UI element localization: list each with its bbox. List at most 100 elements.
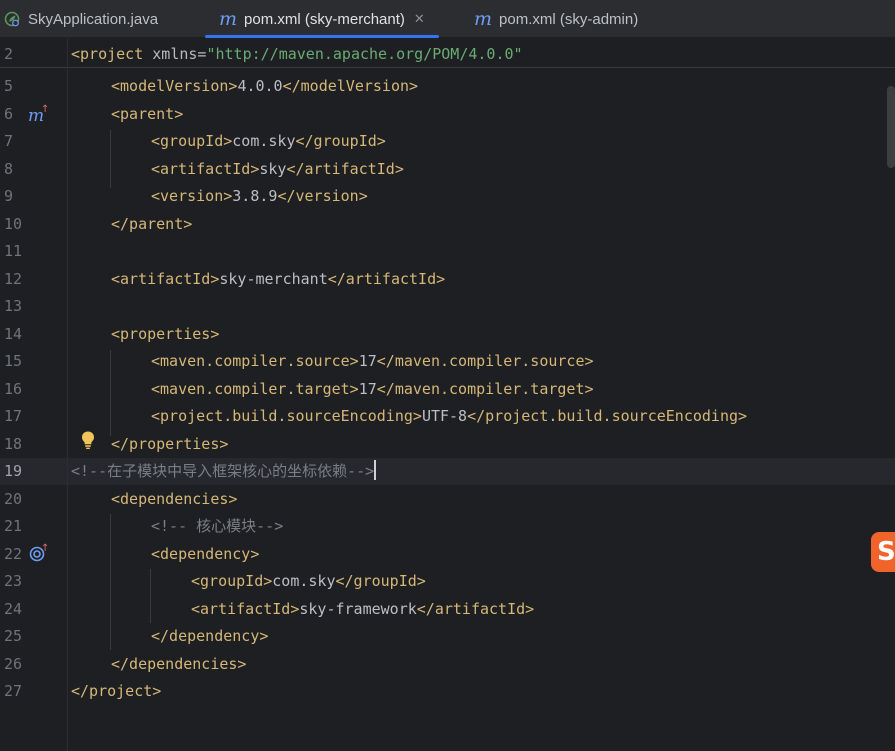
code-text: </dependencies>	[111, 651, 246, 678]
line-number: 5	[4, 77, 14, 95]
line-number: 21	[4, 517, 23, 535]
line-number: 20	[4, 489, 23, 508]
code-line[interactable]: 8 <artifactId>sky</artifactId>	[0, 156, 895, 183]
line-number: 8	[4, 159, 14, 178]
code-line[interactable]: 18 </properties>	[0, 431, 895, 458]
code-line[interactable]: 20 <dependencies>	[0, 486, 895, 513]
code-line[interactable]: 17 <project.build.sourceEncoding>UTF-8</p…	[0, 403, 895, 430]
xml-text: 4.0.0	[237, 77, 283, 95]
code-editor[interactable]: 2 <project xmlns="http://maven.apache.or…	[0, 38, 895, 751]
tab-label: SkyApplication.java	[28, 10, 159, 28]
line-number: 22	[4, 544, 23, 563]
code-text: </dependency>	[151, 623, 268, 650]
xml-tag: <properties>	[111, 324, 220, 343]
line-number: 13	[4, 297, 23, 315]
code-line[interactable]: 10 </parent>	[0, 211, 895, 238]
xml-text: sky-framework	[299, 599, 417, 618]
xml-tag: <parent>	[111, 104, 184, 123]
line-number: 18	[4, 434, 23, 453]
xml-string: "http://maven.apache.org/POM/4.0.0"	[206, 45, 523, 63]
editor-tab-bar: SkyApplication.java m pom.xml (sky-merch…	[0, 0, 895, 38]
code-line[interactable]: 9 <version>3.8.9</version>	[0, 183, 895, 210]
xml-tag: </project>	[71, 682, 162, 700]
code-line[interactable]: 22 <dependency>	[0, 541, 895, 568]
line-number: 17	[4, 407, 23, 425]
code-text: <project.build.sourceEncoding>UTF-8</pro…	[151, 403, 747, 430]
code-line[interactable]: 16 <maven.compiler.target>17</maven.compi…	[0, 376, 895, 403]
xml-tag: <groupId>	[191, 572, 273, 590]
xml-tag: <modelVersion>	[111, 77, 238, 95]
arrow-up-icon: ↑	[41, 543, 50, 554]
line-number: 19	[4, 462, 23, 480]
line-number: 6	[4, 104, 14, 123]
close-icon[interactable]: ✕	[414, 12, 425, 27]
code-text: <dependencies>	[111, 486, 237, 513]
code-line[interactable]: 21 <!-- 核心模块-->	[0, 513, 895, 540]
code-line[interactable]: 27 </project>	[0, 678, 895, 705]
xml-tag: <artifactId>	[111, 269, 220, 288]
code-text: <artifactId>sky</artifactId>	[151, 156, 404, 183]
xml-tag: <groupId>	[151, 132, 233, 150]
xml-tag: </version>	[277, 187, 368, 205]
xml-tag: <project	[71, 45, 144, 63]
code-line[interactable]: 24 <artifactId>sky-framework</artifactId>	[0, 596, 895, 623]
tab-pom-sky-admin[interactable]: m pom.xml (sky-admin)	[474, 0, 638, 38]
xml-tag: </project.build.sourceEncoding>	[467, 407, 748, 425]
code-text: <dependency>	[151, 541, 259, 568]
line-number: 12	[4, 269, 23, 288]
xml-tag: </artifactId>	[327, 269, 446, 288]
line-number: 26	[4, 654, 23, 673]
code-text: <groupId>com.sky</groupId>	[151, 128, 386, 155]
xml-text: 3.8.9	[232, 187, 278, 205]
code-line[interactable]: 13	[0, 293, 895, 320]
code-line[interactable]: 23 <groupId>com.sky</groupId>	[0, 568, 895, 595]
xml-tag: </artifactId>	[286, 159, 404, 178]
line-number: 11	[4, 242, 23, 260]
xml-tag: </dependency>	[151, 627, 269, 645]
xml-tag: </groupId>	[295, 132, 386, 150]
xml-text: UTF-8	[421, 407, 468, 425]
xml-tag: </parent>	[111, 214, 193, 233]
code-text: <!-- 核心模块-->	[151, 513, 283, 540]
maven-icon: m	[219, 7, 238, 30]
code-line[interactable]: 6 <parent>	[0, 101, 895, 128]
xml-tag: </maven.compiler.target>	[376, 379, 594, 398]
code-text: </properties>	[111, 431, 228, 458]
tab-label: pom.xml (sky-admin)	[499, 10, 639, 28]
code-line[interactable]: 19 <!--在子模块中导入框架核心的坐标依赖-->	[0, 458, 895, 485]
code-line[interactable]: 26 </dependencies>	[0, 651, 895, 678]
code-text: <maven.compiler.source>17</maven.compile…	[151, 348, 594, 375]
tab-pom-sky-merchant[interactable]: m pom.xml (sky-merchant) ✕	[205, 0, 439, 38]
vertical-scrollbar[interactable]	[887, 86, 895, 168]
xml-text: sky-merchant	[219, 269, 328, 288]
xml-tag: <artifactId>	[191, 599, 300, 618]
tab-sky-application-java[interactable]: SkyApplication.java	[4, 0, 158, 38]
line-number: 15	[4, 352, 23, 370]
line-number: 25	[4, 627, 23, 645]
code-line[interactable]: 5 <modelVersion>4.0.0</modelVersion>	[0, 73, 895, 100]
code-line[interactable]: 12 <artifactId>sky-merchant</artifactId>	[0, 266, 895, 293]
code-line[interactable]: 14 <properties>	[0, 321, 895, 348]
code-text: <artifactId>sky-framework</artifactId>	[191, 596, 534, 623]
lightbulb-icon[interactable]	[80, 430, 96, 450]
line-number: 24	[4, 599, 23, 618]
code-text: <groupId>com.sky</groupId>	[191, 568, 426, 595]
xml-comment: <!-- 核心模块-->	[151, 517, 284, 535]
code-text: <version>3.8.9</version>	[151, 183, 368, 210]
spring-boot-java-icon	[4, 11, 20, 27]
code-line[interactable]: 25 </dependency>	[0, 623, 895, 650]
gutter-separator	[67, 38, 68, 751]
code-line[interactable]: 11	[0, 238, 895, 265]
indent-guide	[110, 514, 111, 650]
code-text: <modelVersion>4.0.0</modelVersion>	[111, 73, 418, 100]
xml-attribute: xmlns=	[143, 45, 207, 63]
xml-text: com.sky	[232, 132, 296, 150]
xml-tag: </groupId>	[335, 572, 426, 590]
code-line[interactable]: 7 <groupId>com.sky</groupId>	[0, 128, 895, 155]
sticky-scroll-line[interactable]: 2 <project xmlns="http://maven.apache.or…	[0, 40, 895, 68]
xml-text: 17	[358, 379, 377, 398]
ime-badge[interactable]: S	[871, 532, 895, 572]
xml-tag: </maven.compiler.source>	[376, 352, 594, 370]
line-number: 7	[4, 132, 14, 150]
code-line[interactable]: 15 <maven.compiler.source>17</maven.compi…	[0, 348, 895, 375]
